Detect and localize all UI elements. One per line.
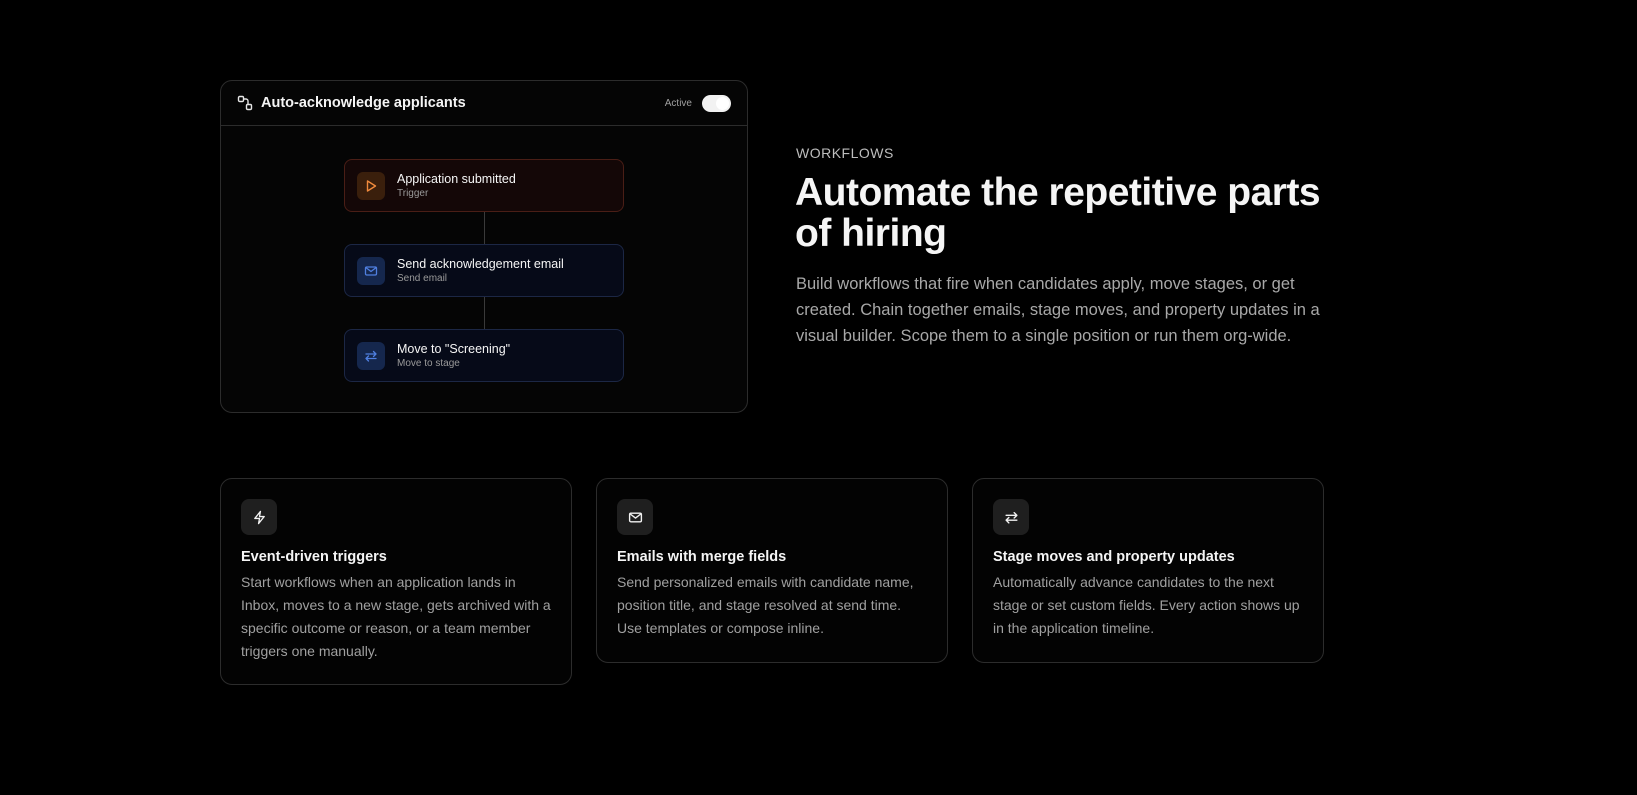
node-subtitle: Send email xyxy=(397,272,448,284)
section-eyebrow: WORKFLOWS xyxy=(796,145,894,161)
feature-description: Automatically advance candidates to the … xyxy=(993,574,1300,636)
play-icon xyxy=(357,171,385,200)
workflow-header: Auto-acknowledge applicants Active xyxy=(221,81,747,126)
workflow-node-trigger[interactable]: Application submitted Trigger xyxy=(344,159,624,212)
mail-icon xyxy=(357,256,385,285)
section-headline: Automate the repetitive parts of hiring xyxy=(795,171,1321,255)
node-title: Move to "Screening" xyxy=(397,341,511,356)
lightning-icon xyxy=(241,499,277,535)
node-subtitle: Trigger xyxy=(397,187,429,199)
workflow-status-label: Active xyxy=(664,97,692,109)
node-title: Application submitted xyxy=(397,171,516,186)
feature-title: Emails with merge fields xyxy=(617,549,787,565)
mail-icon xyxy=(617,499,653,535)
section-description: Build workflows that fire when candidate… xyxy=(796,275,1320,345)
feature-card-stage-moves: Stage moves and property updates Automat… xyxy=(972,478,1324,663)
feature-title: Event-driven triggers xyxy=(241,549,387,565)
node-title: Send acknowledgement email xyxy=(397,256,564,271)
node-connector xyxy=(484,212,485,244)
workflow-node-email[interactable]: Send acknowledgement email Send email xyxy=(344,244,624,297)
workflow-card: Auto-acknowledge applicants Active Appli… xyxy=(220,80,748,413)
active-toggle[interactable] xyxy=(702,94,731,112)
node-connector xyxy=(484,297,485,329)
feature-card-emails: Emails with merge fields Send personaliz… xyxy=(596,478,948,663)
arrows-swap-icon xyxy=(993,499,1029,535)
feature-title: Stage moves and property updates xyxy=(993,549,1235,565)
node-subtitle: Move to stage xyxy=(397,357,460,369)
feature-card-triggers: Event-driven triggers Start workflows wh… xyxy=(220,478,572,685)
workflow-icon xyxy=(237,95,253,111)
workflow-node-move-stage[interactable]: Move to "Screening" Move to stage xyxy=(344,329,624,382)
arrows-swap-icon xyxy=(357,341,385,370)
page: Auto-acknowledge applicants Active Appli… xyxy=(0,0,1637,795)
feature-description: Send personalized emails with candidate … xyxy=(617,574,914,636)
feature-description: Start workflows when an application land… xyxy=(241,574,551,659)
workflow-title: Auto-acknowledge applicants xyxy=(261,95,466,111)
